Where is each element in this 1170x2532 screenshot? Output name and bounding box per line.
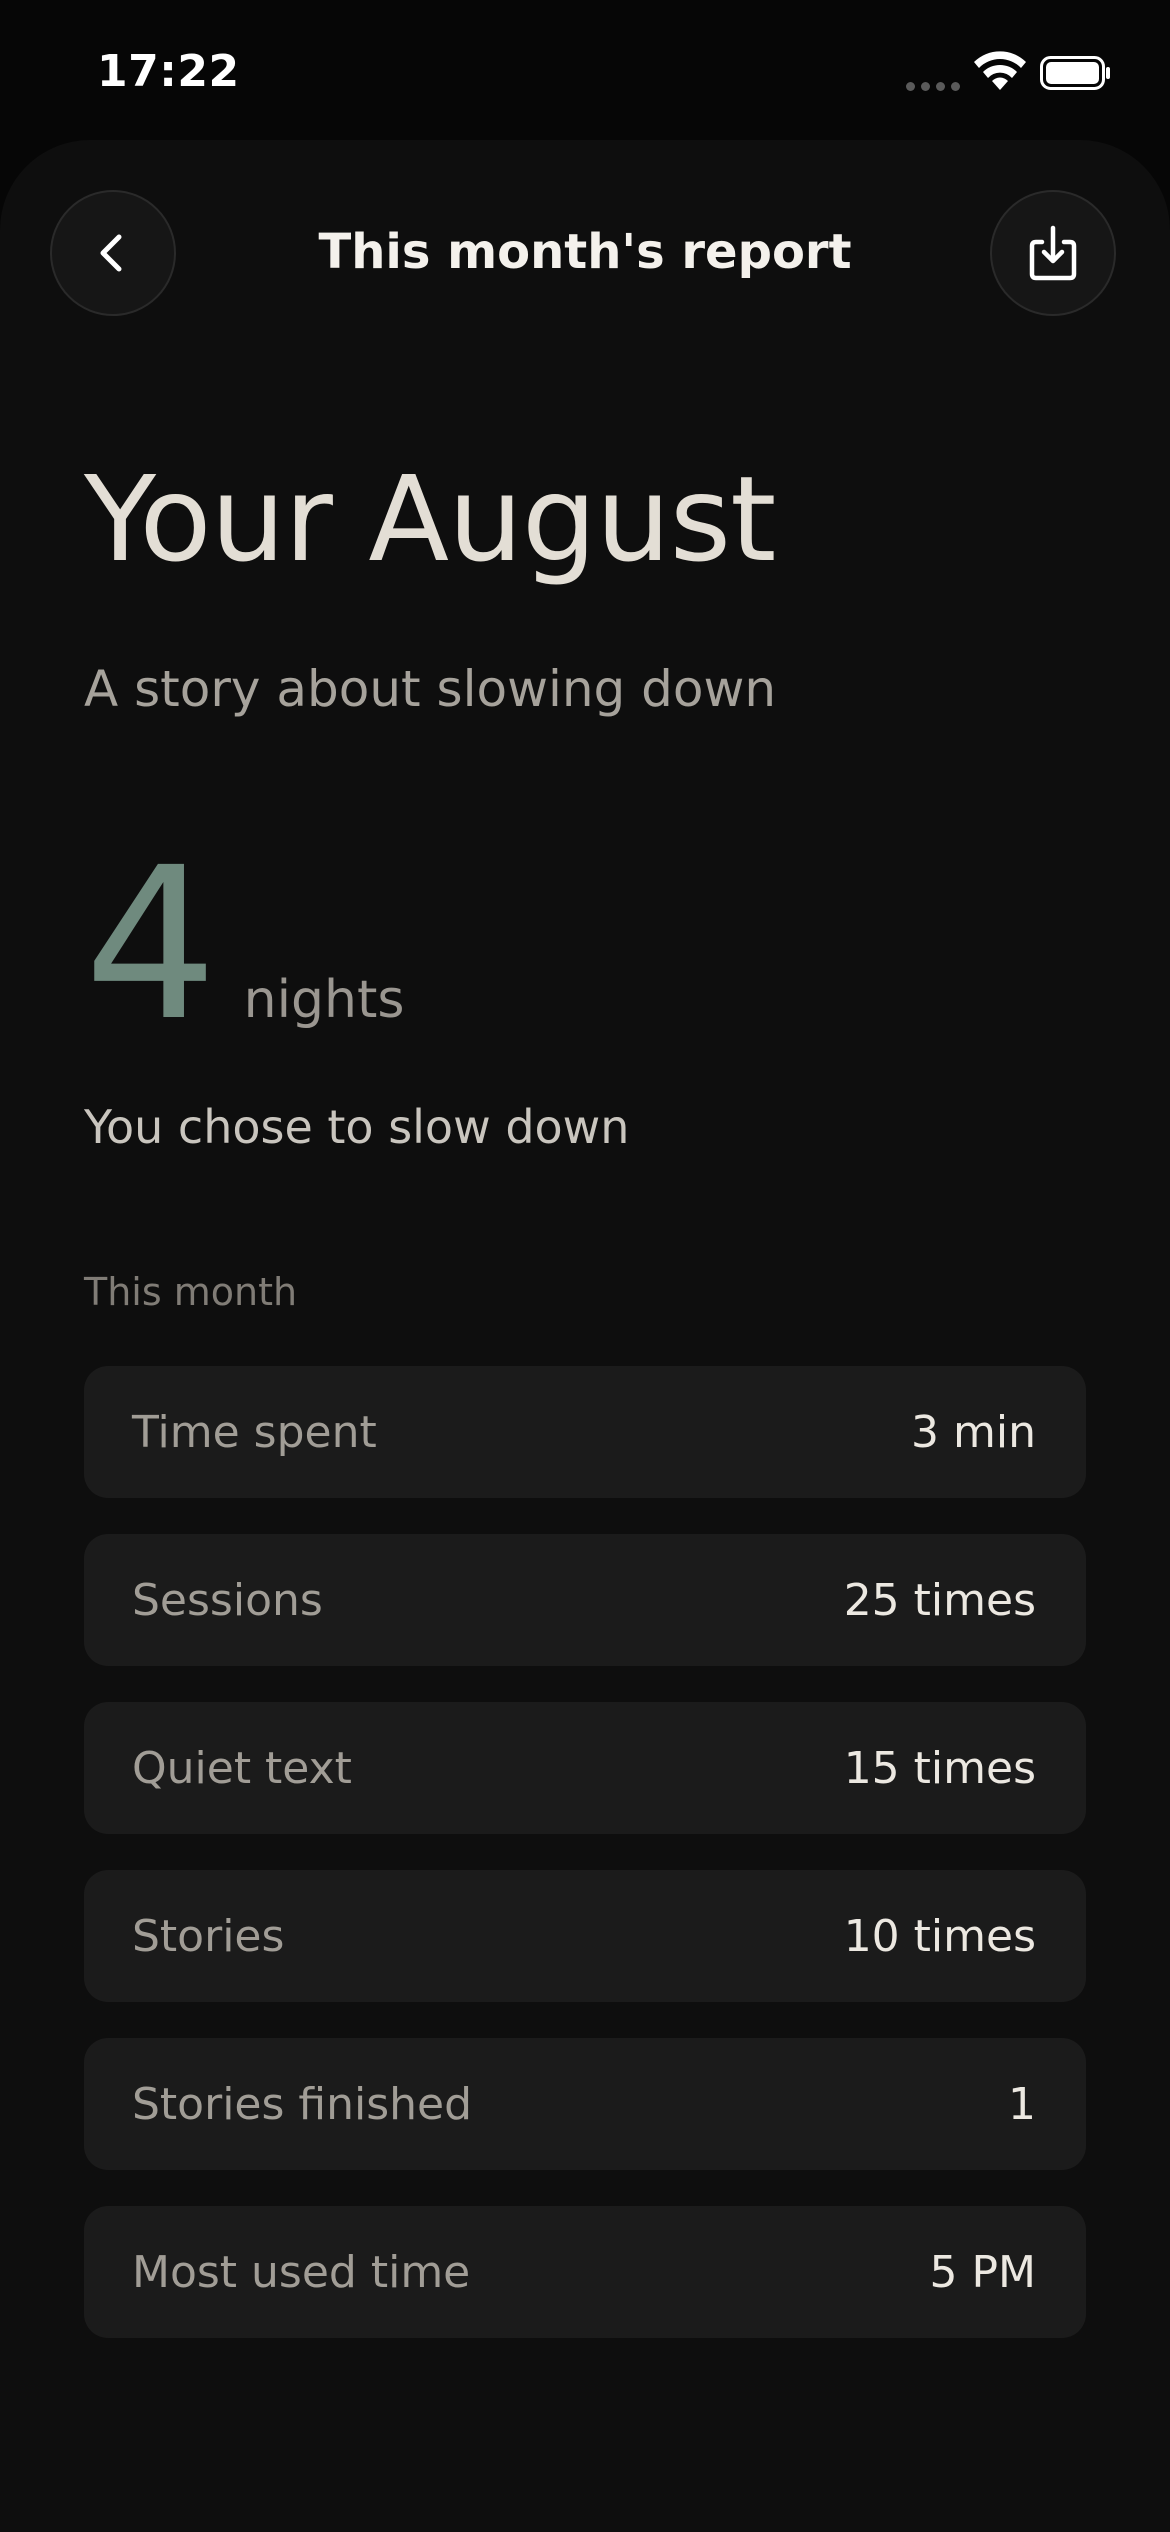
highlight-stat: 4 nights	[84, 840, 404, 1050]
report-subtitle: A story about slowing down	[84, 660, 777, 718]
highlight-caption: You chose to slow down	[84, 1100, 630, 1154]
stat-label: Quiet text	[132, 1742, 352, 1794]
highlight-unit: nights	[243, 970, 405, 1030]
stat-row-most-used-time: Most used time 5 PM	[84, 2206, 1086, 2338]
export-button[interactable]	[990, 190, 1116, 316]
stat-label: Sessions	[132, 1574, 323, 1626]
stat-value: 15 times	[843, 1742, 1036, 1794]
wifi-icon	[974, 51, 1026, 90]
cellular-signal-icon	[906, 82, 960, 92]
stat-label: Time spent	[132, 1406, 377, 1458]
status-bar: 17:22	[0, 0, 1170, 140]
download-tray-icon	[1029, 225, 1077, 281]
highlight-number: 4	[84, 822, 218, 1067]
stat-label: Stories	[132, 1910, 285, 1962]
stat-value: 3 min	[911, 1406, 1036, 1458]
stat-value: 1	[1008, 2078, 1036, 2130]
stat-row-quiet-text: Quiet text 15 times	[84, 1702, 1086, 1834]
stats-list: Time spent 3 min Sessions 25 times Quiet…	[84, 1366, 1086, 2374]
stat-row-time-spent: Time spent 3 min	[84, 1366, 1086, 1498]
stat-row-stories: Stories 10 times	[84, 1870, 1086, 2002]
stat-row-stories-finished: Stories finished 1	[84, 2038, 1086, 2170]
status-time: 17:22	[97, 46, 240, 97]
stat-label: Stories finished	[132, 2078, 473, 2130]
stat-row-sessions: Sessions 25 times	[84, 1534, 1086, 1666]
stat-value: 5 PM	[929, 2246, 1036, 2298]
report-headline: Your August	[84, 450, 776, 588]
stat-value: 10 times	[843, 1910, 1036, 1962]
section-label: This month	[84, 1270, 298, 1314]
battery-icon	[1040, 56, 1110, 90]
report-sheet: This month's report Your August A story …	[0, 140, 1170, 2532]
stat-label: Most used time	[132, 2246, 471, 2298]
stat-value: 25 times	[843, 1574, 1036, 1626]
